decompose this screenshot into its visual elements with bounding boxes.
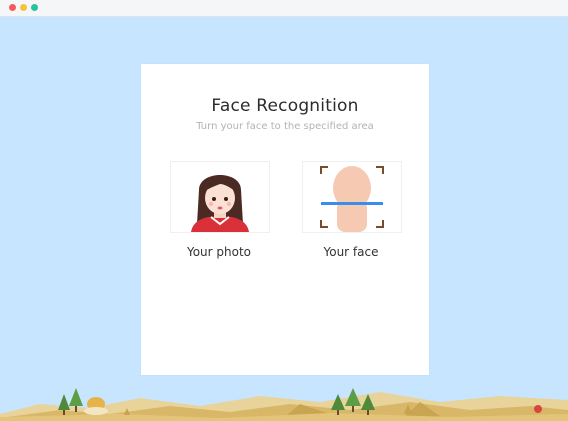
app-window: Face Recognition Turn your face to the s… [0, 0, 568, 421]
page-subtitle: Turn your face to the specified area [196, 121, 374, 132]
page-title: Face Recognition [211, 96, 359, 116]
your-face-panel [302, 161, 402, 233]
user-portrait-icon [191, 175, 249, 232]
desert-landscape-illustration [0, 388, 568, 421]
face-scan-icon [320, 166, 384, 232]
window-titlebar [0, 0, 568, 17]
your-photo-panel [170, 161, 270, 233]
close-window-button[interactable] [9, 4, 16, 11]
maximize-window-button[interactable] [31, 4, 38, 11]
minimize-window-button[interactable] [20, 4, 27, 11]
your-face-label: Your face [323, 245, 379, 259]
your-photo-label: Your photo [186, 245, 252, 259]
face-recognition-card: Face Recognition Turn your face to the s… [141, 64, 429, 375]
